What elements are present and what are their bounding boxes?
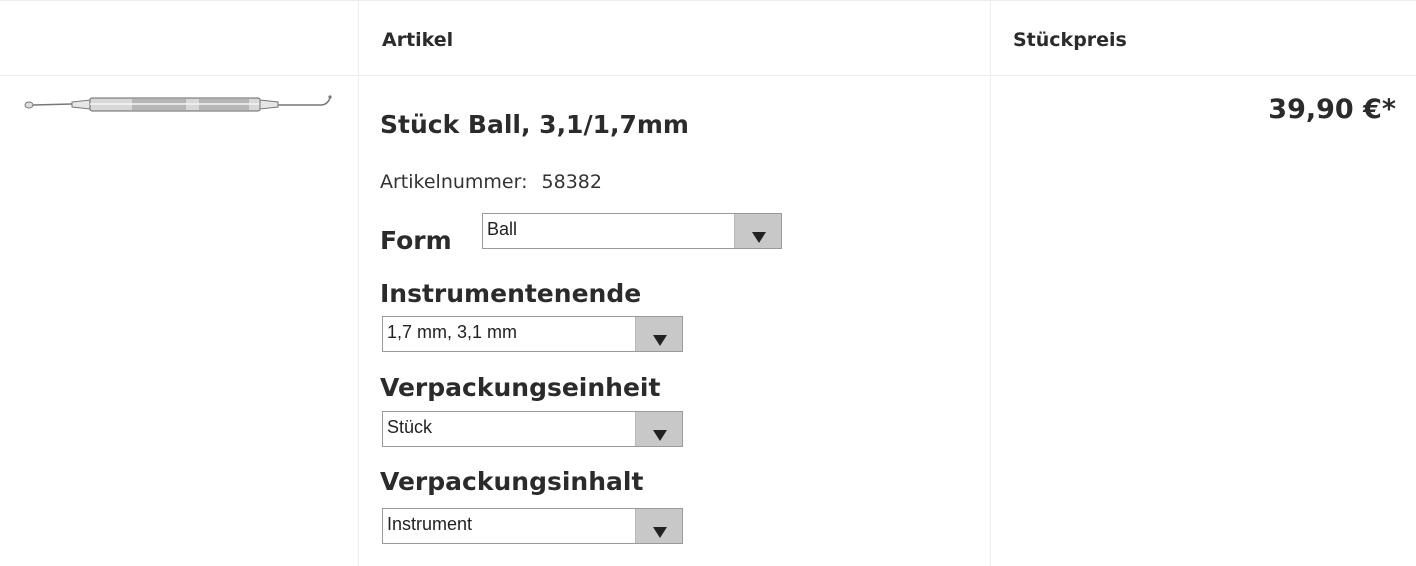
- dropdown-button[interactable]: [635, 317, 682, 351]
- packaging-unit-select[interactable]: Stück: [382, 411, 683, 447]
- packaging-unit-select-value: Stück: [387, 417, 433, 437]
- column-divider: [358, 0, 359, 566]
- packaging-content-label: Verpackungsinhalt: [380, 467, 644, 496]
- packaging-content-select[interactable]: Instrument: [382, 508, 683, 544]
- product-image[interactable]: [24, 94, 336, 120]
- article-number: Artikelnummer: 58382: [380, 171, 602, 193]
- packaging-content-select-value: Instrument: [387, 514, 473, 534]
- article-number-value: 58382: [541, 171, 602, 193]
- dropdown-button[interactable]: [734, 214, 781, 248]
- dropdown-button[interactable]: [635, 509, 682, 543]
- column-header-unit-price: Stückpreis: [1013, 29, 1127, 51]
- form-label: Form: [380, 226, 452, 255]
- instrument-end-label: Instrumentenende: [380, 279, 642, 308]
- table-header: [0, 0, 1416, 76]
- packaging-unit-label: Verpackungseinheit: [380, 373, 661, 402]
- chevron-down-icon: [653, 527, 667, 538]
- column-header-article: Artikel: [382, 29, 454, 51]
- chevron-down-icon: [752, 232, 766, 243]
- chevron-down-icon: [653, 335, 667, 346]
- dropdown-button[interactable]: [635, 412, 682, 446]
- form-select-value: Ball: [487, 219, 518, 239]
- article-number-label: Artikelnummer:: [380, 171, 528, 193]
- chevron-down-icon: [653, 430, 667, 441]
- column-divider: [990, 0, 991, 566]
- instrument-end-select[interactable]: 1,7 mm, 3,1 mm: [382, 316, 683, 352]
- product-title[interactable]: Stück Ball, 3,1/1,7mm: [380, 110, 689, 139]
- instrument-end-select-value: 1,7 mm, 3,1 mm: [387, 322, 518, 342]
- form-select[interactable]: Ball: [482, 213, 782, 249]
- unit-price: 39,90 €*: [1268, 94, 1396, 125]
